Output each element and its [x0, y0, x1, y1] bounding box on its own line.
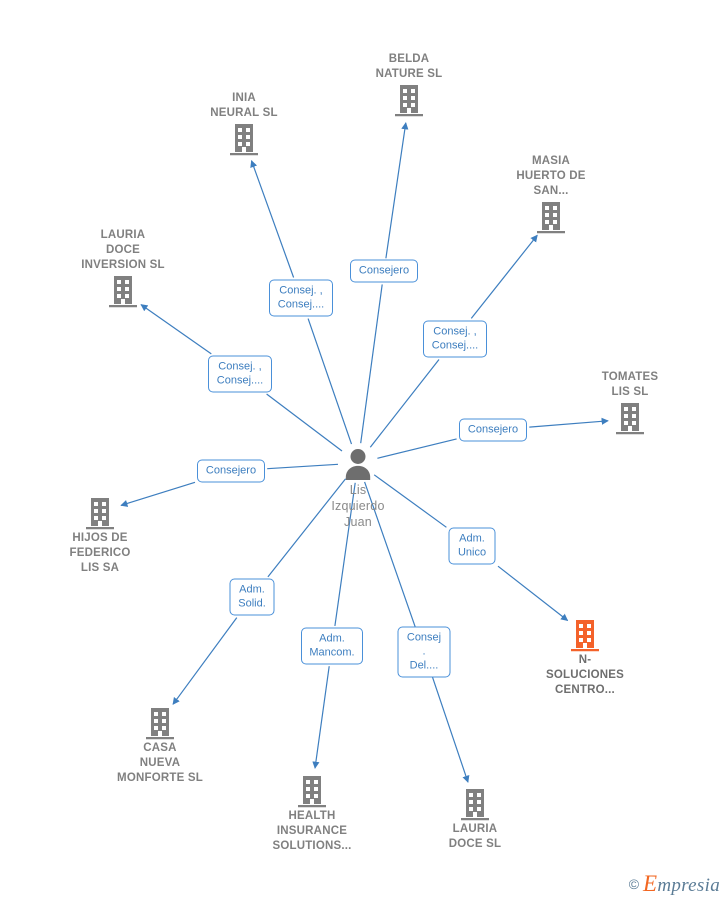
company-node-lauria-doce-inversion[interactable]: LAURIA DOCE INVERSION SL: [53, 228, 193, 309]
company-node-n-soluciones-centro[interactable]: N- SOLUCIONES CENTRO...: [515, 617, 655, 698]
node-label: LAURIA DOCE INVERSION SL: [81, 229, 165, 271]
building-icon: [405, 787, 545, 821]
edge-line-lauria-doce: [430, 672, 470, 783]
node-label: N- SOLUCIONES CENTRO...: [545, 654, 625, 696]
edge-line-belda-nature: [360, 284, 383, 444]
edge-label-masia-huerto[interactable]: Consej. , Consej....: [423, 320, 487, 358]
building-icon: [174, 122, 314, 156]
node-label: INIA NEURAL SL: [210, 92, 278, 119]
edge-label-belda-nature[interactable]: Consejero: [350, 259, 418, 283]
edge-label-inia-neural[interactable]: Consej. , Consej....: [269, 279, 333, 317]
node-label: BELDA NATURE SL: [375, 53, 443, 80]
edge-label-n-soluciones-centro[interactable]: Adm. Unico: [448, 527, 496, 565]
edge-label-lauria-doce[interactable]: Consej . Del....: [397, 626, 451, 678]
company-node-masia-huerto[interactable]: MASIA HUERTO DE SAN...: [481, 154, 621, 235]
brand-name: Empresia: [643, 871, 720, 897]
brand-remainder: mpresia: [657, 875, 720, 896]
edge-line-casa-nueva-monforte: [172, 617, 238, 705]
node-label: LAURIA DOCE SL: [448, 823, 502, 850]
edge-line-masia-huerto: [470, 234, 538, 319]
building-icon: [481, 200, 621, 234]
company-node-health-insurance-solutions[interactable]: HEALTH INSURANCE SOLUTIONS...: [242, 773, 382, 854]
watermark-empresia: © Empresia: [629, 871, 720, 897]
edge-line-belda-nature: [385, 122, 409, 259]
edge-label-tomates-lis[interactable]: Consejero: [459, 418, 527, 442]
building-icon: [339, 83, 479, 117]
brand-initial: E: [643, 871, 658, 896]
edge-line-lauria-doce-inversion: [140, 304, 212, 355]
edge-line-lauria-doce-inversion: [266, 393, 343, 452]
node-label: Lis Izquierdo Juan: [331, 483, 385, 529]
node-label: TOMATES LIS SL: [601, 371, 659, 398]
company-node-hijos-federico-lis[interactable]: HIJOS DE FEDERICO LIS SA: [30, 495, 170, 576]
company-node-casa-nueva-monforte[interactable]: CASA NUEVA MONFORTE SL: [90, 705, 230, 786]
edge-label-health-insurance-solutions[interactable]: Adm. Mancom.: [301, 627, 363, 665]
edge-line-masia-huerto: [369, 359, 440, 448]
person-icon: [288, 447, 428, 481]
building-icon: [90, 706, 230, 740]
person-node-person-center[interactable]: Lis Izquierdo Juan: [288, 446, 428, 530]
building-icon: [515, 618, 655, 652]
company-node-inia-neural[interactable]: INIA NEURAL SL: [174, 91, 314, 157]
building-icon: [53, 274, 193, 308]
edge-label-casa-nueva-monforte[interactable]: Adm. Solid.: [229, 578, 275, 616]
edge-line-health-insurance-solutions: [312, 666, 330, 769]
edge-label-lauria-doce-inversion[interactable]: Consej. , Consej....: [208, 355, 272, 393]
node-label: MASIA HUERTO DE SAN...: [516, 155, 586, 197]
node-label: HIJOS DE FEDERICO LIS SA: [69, 532, 131, 574]
edge-line-inia-neural: [250, 160, 295, 278]
building-icon: [242, 774, 382, 808]
node-label: CASA NUEVA MONFORTE SL: [117, 742, 203, 784]
edge-line-inia-neural: [307, 318, 353, 445]
edge-label-hijos-federico-lis[interactable]: Consejero: [197, 459, 265, 483]
edge-line-n-soluciones-centro: [497, 565, 569, 621]
company-node-lauria-doce[interactable]: LAURIA DOCE SL: [405, 786, 545, 852]
building-icon: [30, 496, 170, 530]
node-label: HEALTH INSURANCE SOLUTIONS...: [272, 810, 352, 852]
company-node-tomates-lis[interactable]: TOMATES LIS SL: [560, 370, 700, 436]
company-node-belda-nature[interactable]: BELDA NATURE SL: [339, 52, 479, 118]
copyright-symbol: ©: [628, 876, 640, 892]
building-icon: [560, 401, 700, 435]
